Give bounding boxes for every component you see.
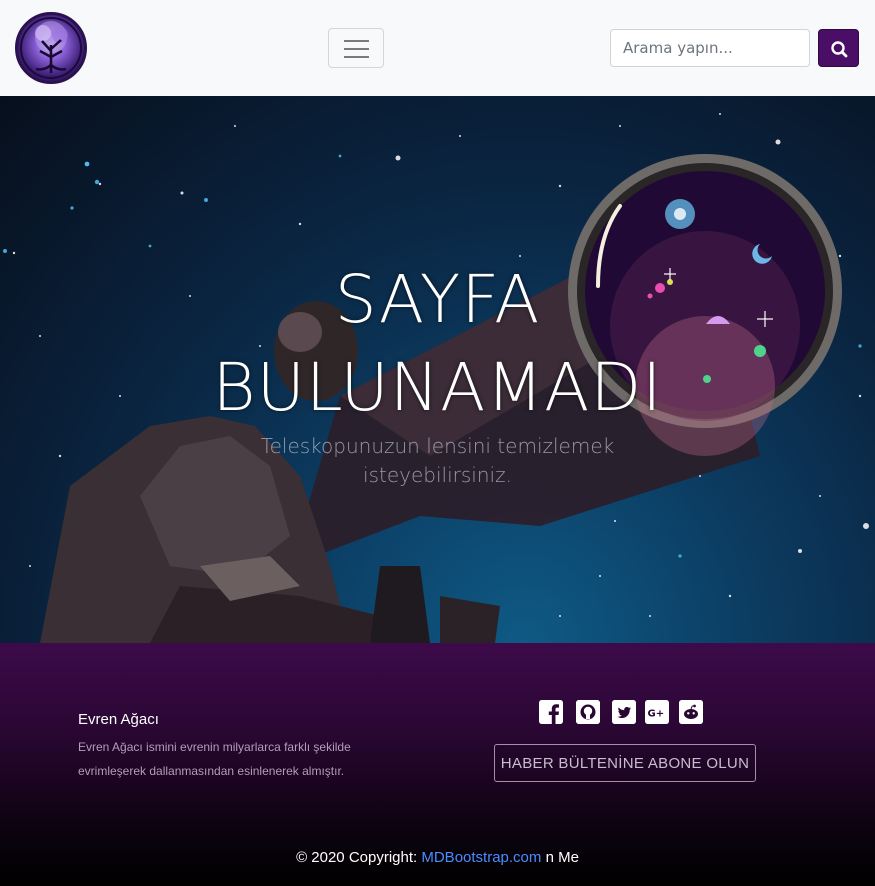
footer-title: Evren Ağacı xyxy=(78,711,159,728)
hamburger-icon xyxy=(344,40,369,42)
tree-of-life-logo[interactable] xyxy=(15,12,87,84)
svg-text:G+: G+ xyxy=(648,709,665,720)
reddit-icon[interactable] xyxy=(679,700,703,724)
search-input[interactable] xyxy=(610,29,810,67)
search-button[interactable] xyxy=(818,29,859,67)
search-icon xyxy=(831,41,848,58)
github-icon[interactable] xyxy=(576,700,600,724)
footer: Evren Ağacı Evren Ağacı ismini evrenin m… xyxy=(0,643,875,886)
google-plus-icon[interactable]: G+ xyxy=(645,700,669,724)
mdbootstrap-link[interactable]: MDBootstrap.com xyxy=(421,849,541,866)
twitter-icon[interactable] xyxy=(612,700,636,724)
facebook-icon[interactable] xyxy=(539,700,563,724)
navbar xyxy=(0,0,875,96)
newsletter-subscribe-button[interactable]: HABER BÜLTENİNE ABONE OLUN xyxy=(494,744,756,782)
title-line-2: BULUNAMADI xyxy=(212,349,663,426)
navbar-toggler-button[interactable] xyxy=(328,28,384,68)
copyright-suffix: n Me xyxy=(541,849,579,866)
page-subtitle: Teleskopunuzun lensini temizlemek isteye… xyxy=(260,434,615,487)
footer-description: Evren Ağacı ismini evrenin milyarlarca f… xyxy=(78,740,351,778)
copyright-prefix: © 2020 Copyright: xyxy=(296,849,422,866)
copyright: © 2020 Copyright: MDBootstrap.com n Me xyxy=(0,849,875,866)
title-line-1: SAYFA xyxy=(334,261,541,338)
page-title: SAYFA BULUNAMADI xyxy=(0,256,875,432)
hamburger-icon xyxy=(344,48,369,50)
hamburger-icon xyxy=(344,56,369,58)
hero-section: SAYFA BULUNAMADI Teleskopunuzun lensini … xyxy=(0,96,875,643)
